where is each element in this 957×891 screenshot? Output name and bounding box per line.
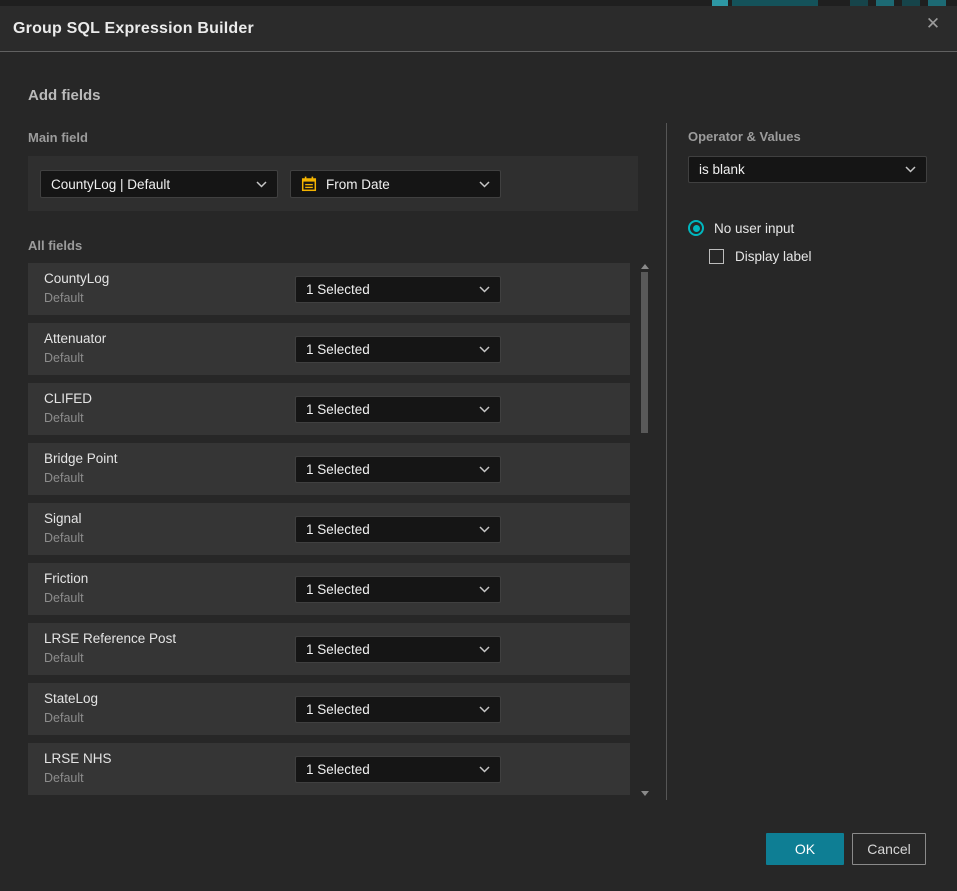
add-fields-heading: Add fields	[28, 87, 101, 104]
field-row: CountyLog Default 1 Selected	[28, 263, 630, 315]
no-user-input-radio[interactable]: No user input	[688, 220, 794, 236]
chevron-down-icon	[479, 346, 490, 353]
field-row: Friction Default 1 Selected	[28, 563, 630, 615]
field-subtitle: Default	[44, 411, 84, 425]
field-selection-value: 1 Selected	[306, 282, 370, 297]
dialog-header: Group SQL Expression Builder	[0, 6, 957, 52]
field-selection-dropdown[interactable]: 1 Selected	[295, 696, 501, 723]
field-selection-value: 1 Selected	[306, 582, 370, 597]
main-field-label: Main field	[28, 130, 88, 145]
field-subtitle: Default	[44, 711, 84, 725]
main-field-panel: CountyLog | Default From Date	[28, 156, 638, 211]
field-subtitle: Default	[44, 351, 84, 365]
chevron-down-icon	[256, 181, 267, 188]
chevron-down-icon	[479, 286, 490, 293]
no-user-input-label: No user input	[714, 221, 794, 236]
field-selection-dropdown[interactable]: 1 Selected	[295, 756, 501, 783]
all-fields-label: All fields	[28, 238, 82, 253]
field-row: Bridge Point Default 1 Selected	[28, 443, 630, 495]
field-subtitle: Default	[44, 771, 84, 785]
field-name: LRSE NHS	[44, 751, 112, 766]
field-subtitle: Default	[44, 651, 84, 665]
layer-select-dropdown[interactable]: CountyLog | Default	[40, 170, 278, 198]
field-row: Signal Default 1 Selected	[28, 503, 630, 555]
field-selection-dropdown[interactable]: 1 Selected	[295, 396, 501, 423]
chevron-down-icon	[479, 706, 490, 713]
operator-select-value: is blank	[699, 162, 745, 177]
group-sql-expression-builder-dialog: Group SQL Expression Builder ✕ Add field…	[0, 0, 957, 891]
ok-button[interactable]: OK	[766, 833, 844, 865]
field-subtitle: Default	[44, 291, 84, 305]
field-selection-dropdown[interactable]: 1 Selected	[295, 456, 501, 483]
close-icon[interactable]: ✕	[921, 12, 945, 36]
operator-select-dropdown[interactable]: is blank	[688, 156, 927, 183]
display-label-text: Display label	[735, 249, 812, 264]
chevron-down-icon	[479, 646, 490, 653]
chevron-down-icon	[479, 526, 490, 533]
dialog-title: Group SQL Expression Builder	[13, 20, 254, 38]
cancel-button[interactable]: Cancel	[852, 833, 926, 865]
field-name: CLIFED	[44, 391, 92, 406]
field-name: Bridge Point	[44, 451, 118, 466]
field-selection-value: 1 Selected	[306, 522, 370, 537]
field-selection-dropdown[interactable]: 1 Selected	[295, 576, 501, 603]
field-row: Attenuator Default 1 Selected	[28, 323, 630, 375]
field-row: CLIFED Default 1 Selected	[28, 383, 630, 435]
chevron-down-icon	[479, 586, 490, 593]
list-scrollbar[interactable]	[639, 258, 651, 804]
field-selection-dropdown[interactable]: 1 Selected	[295, 276, 501, 303]
field-subtitle: Default	[44, 591, 84, 605]
chevron-down-icon	[479, 466, 490, 473]
field-subtitle: Default	[44, 471, 84, 485]
field-selection-dropdown[interactable]: 1 Selected	[295, 336, 501, 363]
all-fields-list: CountyLog Default 1 Selected Attenuator …	[28, 263, 630, 803]
field-selection-value: 1 Selected	[306, 462, 370, 477]
display-label-checkbox[interactable]: Display label	[709, 249, 812, 264]
operator-values-label: Operator & Values	[688, 129, 801, 144]
field-select-dropdown[interactable]: From Date	[290, 170, 501, 198]
field-selection-value: 1 Selected	[306, 642, 370, 657]
field-selection-value: 1 Selected	[306, 402, 370, 417]
field-subtitle: Default	[44, 531, 84, 545]
checkbox-unchecked-icon	[709, 249, 724, 264]
field-name: Signal	[44, 511, 82, 526]
field-row: StateLog Default 1 Selected	[28, 683, 630, 735]
radio-selected-icon	[688, 220, 704, 236]
panel-divider	[666, 123, 667, 800]
scrollbar-thumb[interactable]	[641, 272, 648, 433]
field-row: LRSE NHS Default 1 Selected	[28, 743, 630, 795]
field-row: LRSE Reference Post Default 1 Selected	[28, 623, 630, 675]
calendar-date-icon	[301, 176, 317, 192]
chevron-down-icon	[479, 406, 490, 413]
field-name: LRSE Reference Post	[44, 631, 176, 646]
layer-select-value: CountyLog | Default	[51, 177, 170, 192]
field-name: Attenuator	[44, 331, 106, 346]
field-selection-value: 1 Selected	[306, 702, 370, 717]
field-selection-dropdown[interactable]: 1 Selected	[295, 516, 501, 543]
field-select-value: From Date	[326, 177, 390, 192]
scroll-up-arrow-icon[interactable]	[641, 264, 649, 269]
field-name: Friction	[44, 571, 88, 586]
field-selection-value: 1 Selected	[306, 762, 370, 777]
field-selection-dropdown[interactable]: 1 Selected	[295, 636, 501, 663]
chevron-down-icon	[905, 166, 916, 173]
field-name: CountyLog	[44, 271, 109, 286]
field-name: StateLog	[44, 691, 98, 706]
scroll-down-arrow-icon[interactable]	[641, 791, 649, 796]
field-selection-value: 1 Selected	[306, 342, 370, 357]
chevron-down-icon	[479, 181, 490, 188]
chevron-down-icon	[479, 766, 490, 773]
